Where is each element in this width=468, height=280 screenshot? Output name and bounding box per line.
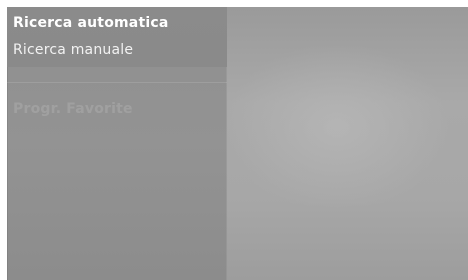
video-background: Ricerca automatica Ricerca manuale Progr… xyxy=(7,7,468,280)
menu-item-ricerca-manuale[interactable]: Ricerca manuale xyxy=(13,38,133,62)
channel-menu-panel: Ricerca automatica Ricerca manuale Progr… xyxy=(7,7,227,280)
menu-item-progr-favorite[interactable]: Progr. Favorite xyxy=(13,97,133,121)
menu-item-ricerca-automatica[interactable]: Ricerca automatica xyxy=(13,11,169,35)
menu-divider xyxy=(7,82,227,83)
tv-screen: Ricerca automatica Ricerca manuale Progr… xyxy=(0,0,468,280)
